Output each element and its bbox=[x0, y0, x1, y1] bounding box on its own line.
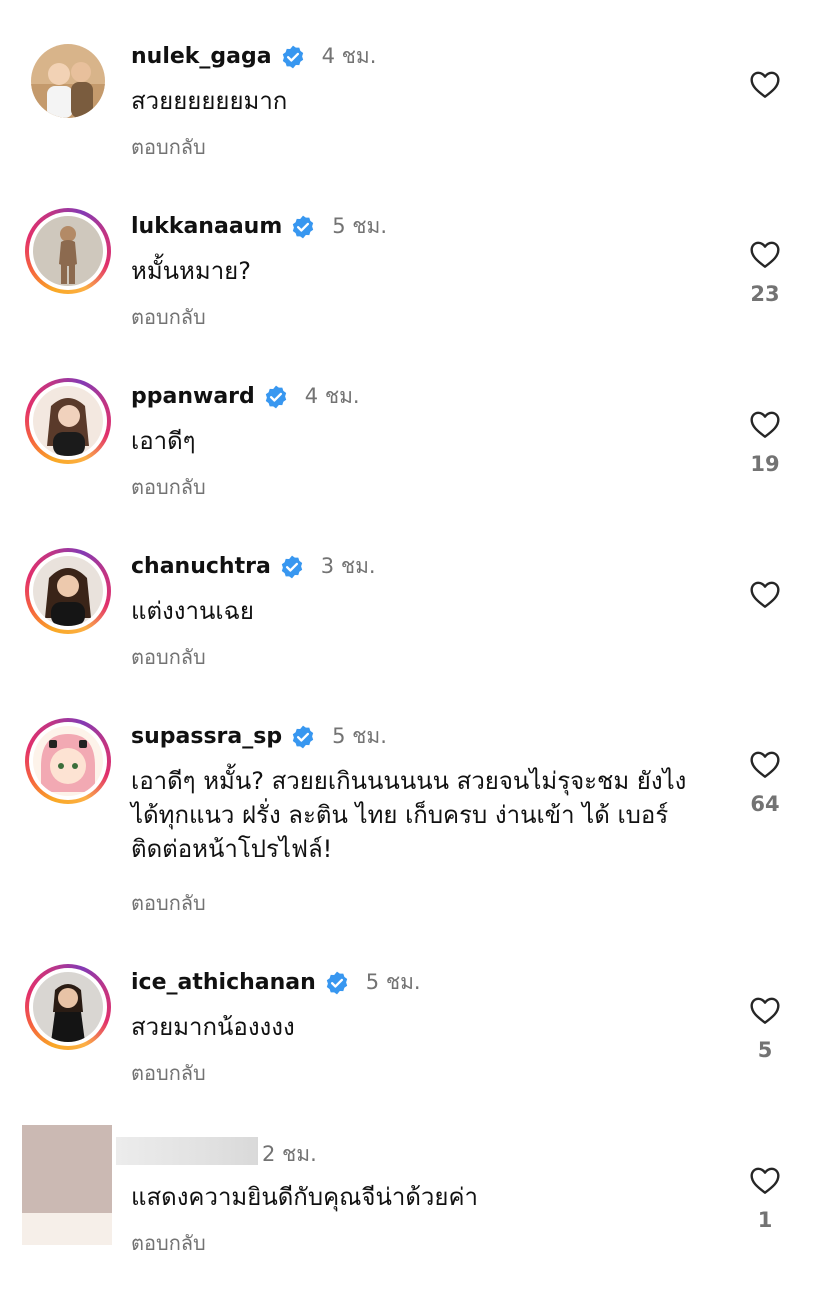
reply-button[interactable]: ตอบกลับ bbox=[131, 1227, 206, 1259]
comment-text: แสดงความยินดีกับคุณจีน่าด้วยค่า bbox=[131, 1183, 478, 1211]
comment-text: แต่งงานเฉย bbox=[131, 597, 254, 625]
heart-outline-icon[interactable] bbox=[749, 409, 781, 439]
comment-text: สวยยยยยยมาก bbox=[131, 87, 288, 115]
heart-outline-icon[interactable] bbox=[749, 69, 781, 99]
heart-outline-icon[interactable] bbox=[749, 1165, 781, 1195]
avatar[interactable] bbox=[25, 718, 111, 804]
verified-badge-icon bbox=[280, 44, 306, 70]
verified-badge-icon bbox=[263, 384, 289, 410]
avatar[interactable] bbox=[25, 38, 111, 124]
heart-outline-icon[interactable] bbox=[749, 579, 781, 609]
avatar[interactable] bbox=[25, 548, 111, 634]
comment-username[interactable]: supassra_sp bbox=[131, 724, 282, 749]
comment-time: 5 ชม. bbox=[365, 970, 421, 994]
like-count: 5 bbox=[757, 1038, 773, 1062]
comment-text: สวยมากน้องงงง bbox=[131, 1013, 295, 1041]
heart-outline-icon[interactable] bbox=[749, 749, 781, 779]
heart-outline-icon[interactable] bbox=[749, 995, 781, 1025]
like-count: 19 bbox=[750, 452, 780, 476]
reply-button[interactable]: ตอบกลับ bbox=[131, 131, 206, 163]
avatar[interactable] bbox=[25, 378, 111, 464]
reply-button[interactable]: ตอบกลับ bbox=[131, 301, 206, 333]
comment-username[interactable]: ice_athichanan bbox=[131, 970, 316, 995]
comment-time: 3 ชม. bbox=[320, 554, 376, 578]
comment-username[interactable]: ppanward bbox=[131, 384, 255, 409]
avatar[interactable] bbox=[25, 208, 111, 294]
comment-username[interactable]: chanuchtra bbox=[131, 554, 271, 579]
comment-text: เอาดีๆ bbox=[131, 427, 196, 455]
avatar[interactable] bbox=[22, 1125, 112, 1245]
comment-time: 5 ชม. bbox=[332, 724, 387, 748]
verified-badge-icon bbox=[324, 970, 350, 996]
like-count: 23 bbox=[750, 282, 780, 306]
comment-username[interactable]: nulek_gaga bbox=[131, 44, 272, 69]
reply-button[interactable]: ตอบกลับ bbox=[131, 641, 206, 673]
avatar[interactable] bbox=[25, 964, 111, 1050]
comment-text: เอาดีๆ หมั้น? สวยยเกินนนนนน สวยจนไม่รุจะ… bbox=[131, 767, 687, 863]
reply-button[interactable]: ตอบกลับ bbox=[131, 471, 206, 503]
comment-username[interactable]: lukkanaaum bbox=[131, 214, 282, 239]
reply-button[interactable]: ตอบกลับ bbox=[131, 1057, 206, 1089]
like-count: 64 bbox=[750, 792, 780, 816]
verified-badge-icon bbox=[279, 554, 305, 580]
verified-badge-icon bbox=[290, 214, 316, 240]
reply-button[interactable]: ตอบกลับ bbox=[131, 887, 206, 919]
comment-time: 4 ชม. bbox=[321, 44, 377, 68]
like-count: 1 bbox=[757, 1208, 773, 1232]
heart-outline-icon[interactable] bbox=[749, 239, 781, 269]
comment-time: 4 ชม. bbox=[304, 384, 360, 408]
comment-time: 2 ชม. bbox=[262, 1142, 317, 1166]
comment-time: 5 ชม. bbox=[332, 214, 388, 238]
comment-text: หมั้นหมาย? bbox=[131, 257, 251, 285]
comment-username bbox=[116, 1137, 258, 1165]
verified-badge-icon bbox=[290, 724, 316, 750]
